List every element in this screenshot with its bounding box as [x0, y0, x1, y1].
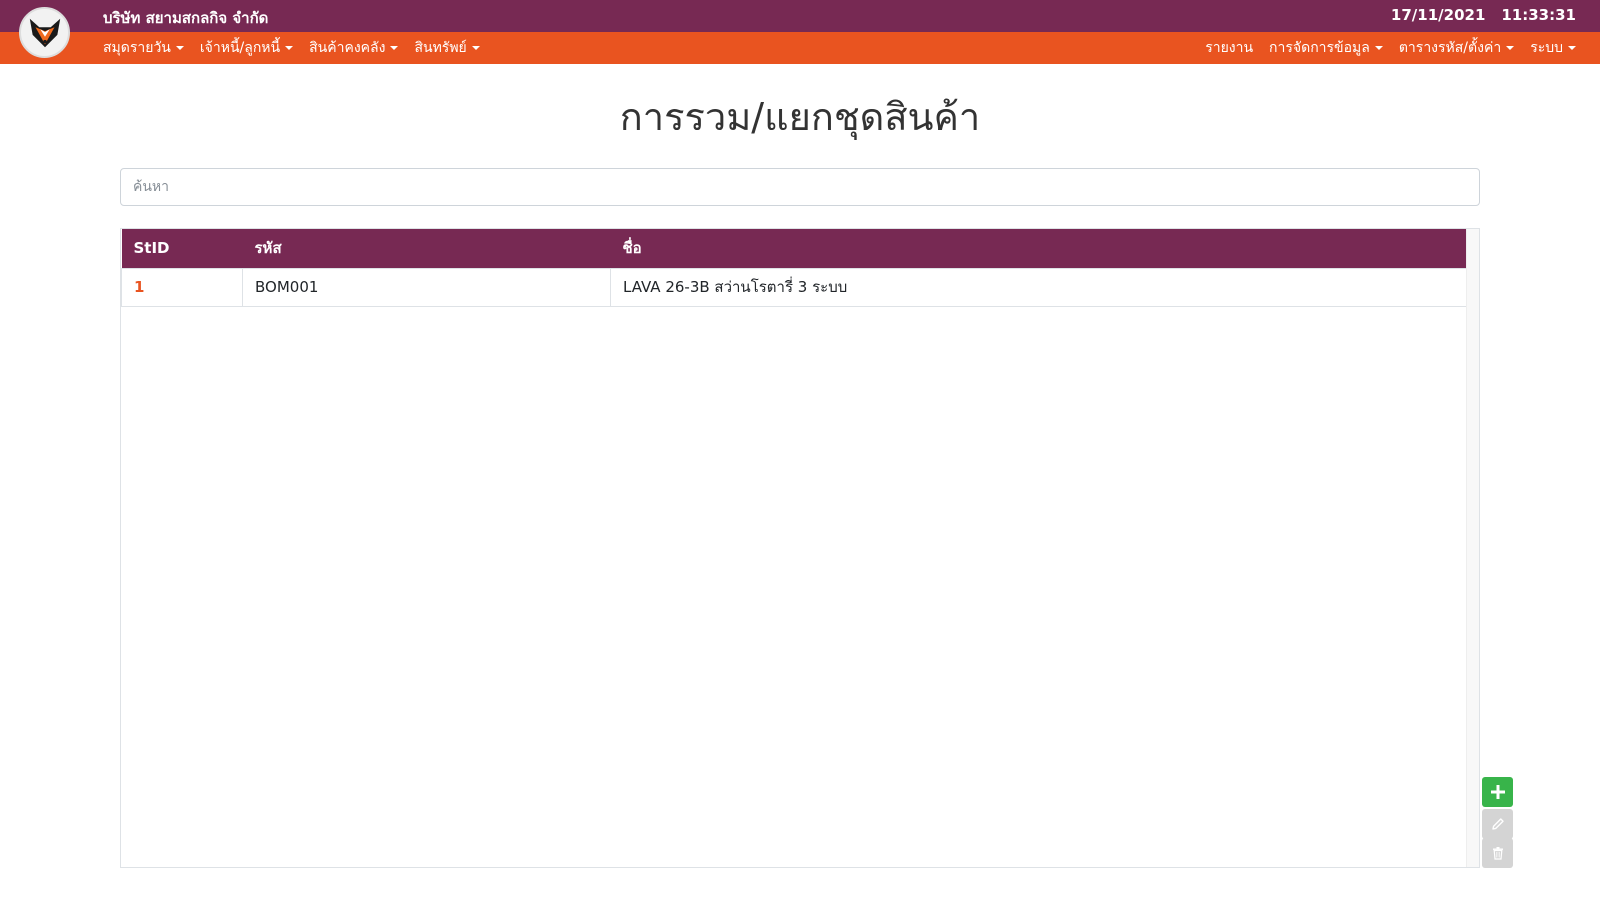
column-header-stid[interactable]: StID — [121, 229, 243, 268]
menu-payable-receivable[interactable]: เจ้าหนี้/ลูกหนี้ — [199, 37, 294, 59]
menu-system[interactable]: ระบบ — [1530, 37, 1576, 59]
add-button[interactable] — [1482, 777, 1513, 807]
menu-label: สินค้าคงคลัง — [309, 40, 386, 56]
menu-label: ตารางรหัส/ตั้งค่า — [1398, 40, 1502, 56]
cell-stid[interactable]: 1 — [121, 267, 243, 307]
pencil-icon — [1491, 818, 1504, 830]
menu-reports[interactable]: รายงาน — [1205, 37, 1253, 59]
caret-down-icon — [1506, 46, 1515, 50]
caret-down-icon — [390, 46, 399, 50]
data-grid: StID รหัส ชื่อ 1 BOM001 LAVA 26-3B สว่าน… — [120, 228, 1480, 868]
plus-icon — [1490, 785, 1505, 799]
app-logo[interactable] — [19, 7, 70, 58]
menu-label: เจ้าหนี้/ลูกหนี้ — [199, 40, 281, 56]
menu-journal[interactable]: สมุดรายวัน — [103, 37, 184, 59]
top-bar: บริษัท สยามสกลกิจ จำกัด 17/11/2021 11:33:… — [0, 0, 1600, 32]
menu-label: การจัดการข้อมูล — [1269, 40, 1370, 56]
datetime: 17/11/2021 11:33:31 — [1391, 6, 1576, 24]
company-name: บริษัท สยามสกลกิจ จำกัด — [103, 9, 269, 27]
caret-down-icon — [1374, 46, 1383, 50]
column-header-name[interactable]: ชื่อ — [610, 229, 1467, 268]
menu-assets[interactable]: สินทรัพย์ — [414, 37, 480, 59]
cell-code[interactable]: BOM001 — [242, 267, 611, 307]
table-header-row: StID รหัส ชื่อ — [121, 229, 1467, 268]
trash-icon — [1492, 847, 1503, 860]
menu-inventory[interactable]: สินค้าคงคลัง — [309, 37, 399, 59]
menu-label: สมุดรายวัน — [103, 40, 171, 56]
menu-label: รายงาน — [1205, 40, 1254, 56]
cell-name[interactable]: LAVA 26-3B สว่านโรตารี่ 3 ระบบ — [610, 267, 1467, 307]
current-date: 17/11/2021 — [1390, 6, 1486, 24]
edit-button[interactable] — [1482, 809, 1513, 839]
current-time: 11:33:31 — [1501, 6, 1576, 24]
menu-code-settings[interactable]: ตารางรหัส/ตั้งค่า — [1398, 37, 1515, 59]
menu-left: สมุดรายวัน เจ้าหนี้/ลูกหนี้ สินค้าคงคลัง… — [103, 32, 496, 64]
fox-logo-icon — [29, 18, 60, 47]
caret-down-icon — [471, 46, 480, 50]
menu-label: ระบบ — [1530, 40, 1563, 56]
menu-label: สินทรัพย์ — [414, 40, 467, 56]
page-title: การรวม/แยกชุดสินค้า — [619, 95, 981, 139]
search-input[interactable] — [120, 168, 1480, 206]
menu-right: รายงาน การจัดการข้อมูล ตารางรหัส/ตั้งค่า… — [1189, 32, 1576, 64]
column-header-code[interactable]: รหัส — [242, 229, 611, 268]
menu-data-management[interactable]: การจัดการข้อมูล — [1269, 37, 1383, 59]
delete-button[interactable] — [1482, 838, 1513, 868]
grid-scrollbar[interactable] — [1466, 229, 1479, 867]
caret-down-icon — [175, 46, 184, 50]
main-menu-bar: สมุดรายวัน เจ้าหนี้/ลูกหนี้ สินค้าคงคลัง… — [0, 32, 1600, 64]
table-row[interactable]: 1 BOM001 LAVA 26-3B สว่านโรตารี่ 3 ระบบ — [121, 267, 1467, 307]
caret-down-icon — [285, 46, 294, 50]
caret-down-icon — [1568, 46, 1576, 50]
bom-table: StID รหัส ชื่อ 1 BOM001 LAVA 26-3B สว่าน… — [121, 229, 1467, 307]
